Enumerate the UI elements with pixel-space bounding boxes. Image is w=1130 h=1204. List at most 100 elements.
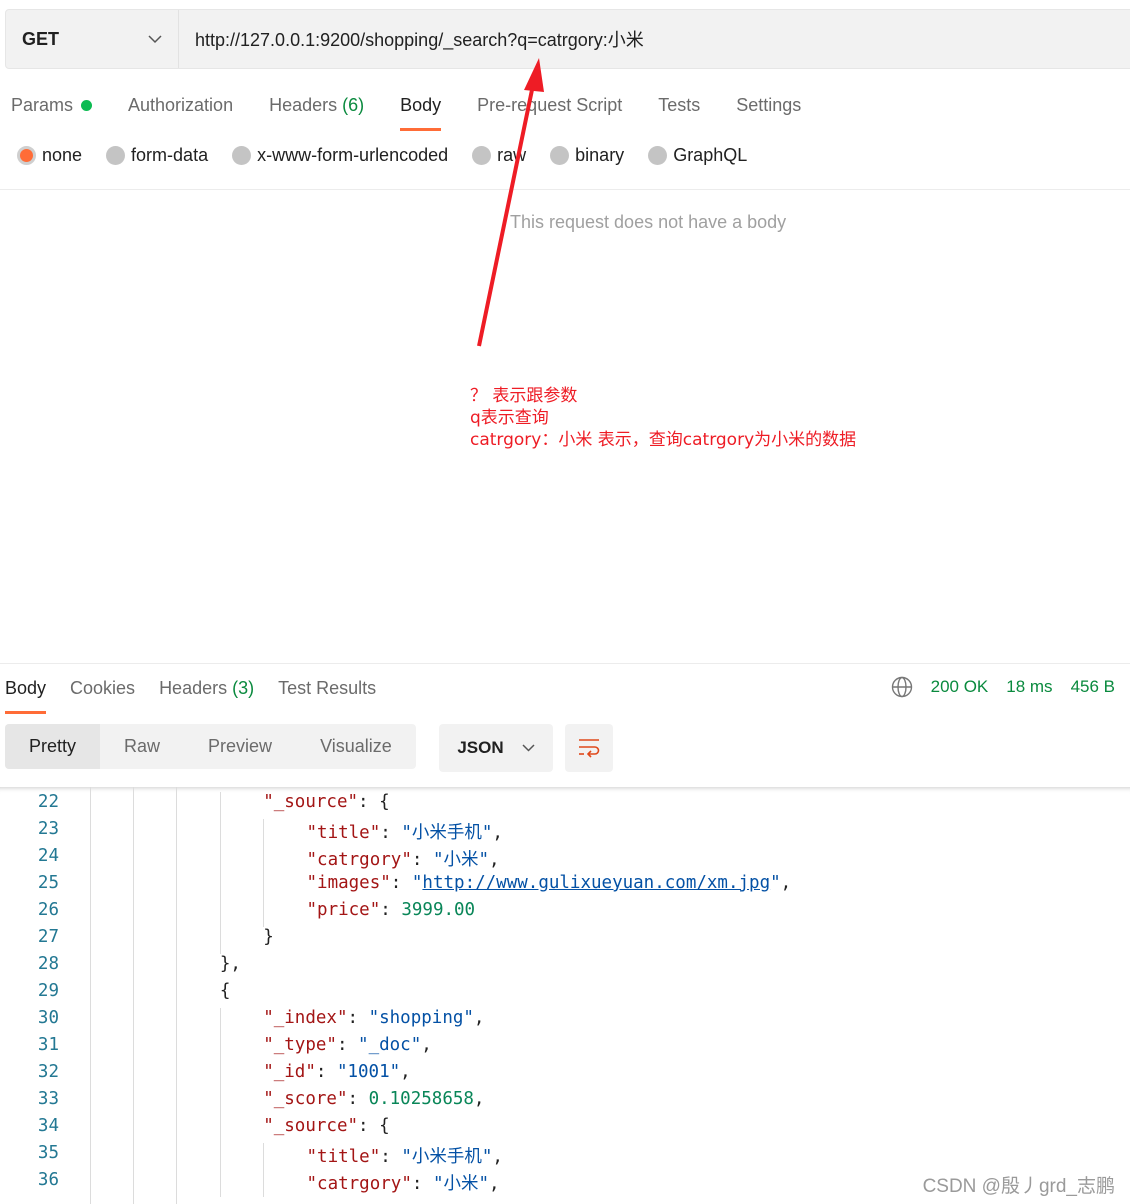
code-line: "_score": 0.10258658, [263, 1089, 484, 1109]
code-line: "title": "小米手机", [307, 819, 503, 844]
code-token: : { [358, 792, 390, 812]
line-number: 22 [37, 792, 59, 812]
code-token: : [347, 1008, 369, 1028]
chevron-down-icon [522, 744, 535, 752]
code-token: "title" [306, 1147, 381, 1167]
code-token: 0.10258658 [368, 1089, 474, 1109]
tab-cookies[interactable]: Cookies [70, 668, 135, 708]
response-time[interactable]: 18 ms [1006, 677, 1052, 697]
code-token: "_index" [263, 1008, 348, 1028]
line-number: 23 [37, 819, 59, 839]
line-number: 32 [37, 1062, 59, 1082]
indent-guide [176, 787, 177, 1204]
code-token: , [400, 1062, 411, 1082]
code-line: "_source": { [263, 792, 389, 812]
code-line: "catrgory": "小米", [307, 846, 500, 871]
code-line: } [263, 927, 274, 947]
tab-label: Headers [159, 677, 228, 698]
wrap-icon [579, 739, 600, 758]
line-number: 28 [37, 954, 59, 974]
code-line: "price": 3999.00 [307, 900, 476, 920]
annotation-line: ？ 表示跟参数 [470, 386, 578, 406]
tab-test-results[interactable]: Test Results [278, 668, 376, 708]
view-mode-visualize[interactable]: Visualize [296, 724, 416, 769]
code-line: "title": "小米手机", [307, 1143, 503, 1168]
annotation-arrow [477, 58, 544, 347]
code-token: , [473, 1089, 485, 1109]
image-link[interactable]: http://www.gulixueyuan.com/xm.jpg [422, 873, 770, 893]
code-token: , [421, 1035, 432, 1055]
tab-headers[interactable]: Headers (3) [159, 668, 254, 708]
code-line: "_source": { [263, 1116, 389, 1136]
code-token: "小米手机" [401, 823, 493, 843]
indent-guide [263, 1143, 264, 1197]
wrap-lines-button[interactable] [565, 724, 613, 772]
code-line: { [220, 981, 231, 1001]
code-token: " [411, 873, 423, 893]
line-number: 35 [37, 1143, 59, 1163]
tab-body[interactable]: Body [5, 668, 47, 714]
line-number: 29 [37, 981, 59, 1001]
code-token: "_type" [263, 1035, 337, 1055]
code-line: "images": "http://www.gulixueyuan.com/xm… [307, 873, 792, 893]
view-mode-raw[interactable]: Raw [100, 724, 184, 769]
code-token: "title" [306, 823, 381, 843]
response-size[interactable]: 456 B [1071, 677, 1115, 697]
code-token: : [347, 1089, 369, 1109]
line-number: 27 [37, 927, 59, 947]
gutter-border [90, 787, 91, 1204]
response-status: 200 OK 18 ms 456 B [891, 676, 1115, 698]
response-body-editor[interactable]: 22 "_source": {23 "title": "小米手机", 24 "catrg… [0, 787, 1130, 1204]
response-tabs: Body Cookies Headers (3) Test Results [5, 668, 400, 714]
code-token: "catrgory" [306, 1174, 412, 1194]
view-mode-preview[interactable]: Preview [184, 724, 296, 769]
indent-guide [133, 787, 134, 1204]
line-number: 31 [37, 1035, 59, 1055]
watermark: CSDN @殷丿grd_志鹏 [922, 1176, 1115, 1197]
code-token: , [780, 873, 792, 893]
globe-icon[interactable] [891, 676, 913, 698]
format-label: JSON [457, 738, 504, 757]
code-token: "_source" [263, 1116, 359, 1136]
format-select[interactable]: JSON [439, 724, 553, 772]
line-number: 25 [37, 873, 59, 893]
line-number: 30 [37, 1008, 59, 1028]
code-token: : [411, 1174, 433, 1194]
code-token: : { [358, 1116, 390, 1136]
code-token: : [411, 850, 433, 870]
line-number: 26 [37, 900, 59, 920]
code-token: }, [219, 954, 241, 974]
code-token: "_doc" [358, 1035, 422, 1055]
view-mode-tabs: Pretty Raw Preview Visualize [5, 724, 416, 769]
tab-count: (3) [232, 677, 255, 698]
code-token: : [380, 823, 402, 843]
code-token: "images" [306, 873, 391, 893]
line-number: 24 [37, 846, 59, 866]
annotation-line: catrgory：小米 表示，查询catrgory为小米的数据 [470, 430, 857, 450]
line-number: 33 [37, 1089, 59, 1109]
code-token: : [336, 1035, 359, 1055]
annotation-text: ？ 表示跟参数 q表示查询 catrgory：小米 表示，查询catrgory为… [470, 385, 856, 451]
tab-label: Body [5, 677, 47, 698]
code-token: "小米" [432, 1174, 490, 1194]
status-code[interactable]: 200 OK [931, 677, 989, 697]
view-mode-pretty[interactable]: Pretty [5, 724, 101, 769]
code-token: "_source" [263, 792, 359, 812]
indent-guide [220, 792, 221, 954]
code-token: , [473, 1008, 485, 1028]
code-token: : [390, 873, 412, 893]
code-token: , [489, 1174, 500, 1194]
code-token: "小米" [432, 850, 490, 870]
code-token: { [219, 981, 231, 1001]
line-number: 36 [37, 1170, 59, 1190]
code-token: "_id" [263, 1062, 316, 1082]
code-line: "catrgory": "小米", [307, 1170, 500, 1195]
code-token: "1001" [336, 1062, 401, 1082]
code-token: , [492, 1147, 503, 1167]
code-token: "catrgory" [306, 850, 412, 870]
code-line: }, [220, 954, 241, 974]
tab-label: Cookies [70, 677, 136, 698]
indent-guide [263, 819, 264, 927]
code-token: "小米手机" [401, 1147, 493, 1167]
line-number: 34 [37, 1116, 59, 1136]
